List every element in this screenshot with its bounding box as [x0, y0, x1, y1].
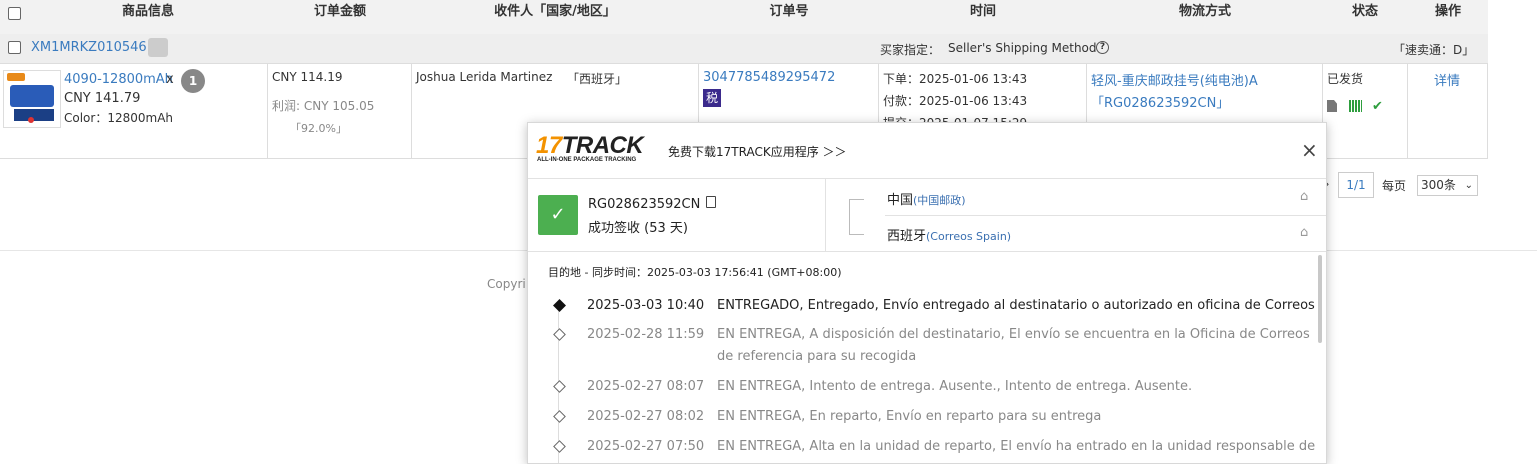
17track-logo[interactable]: 17TRACK — [536, 132, 644, 160]
per-page-select[interactable]: 300条 ⌄ — [1417, 175, 1478, 196]
event-time: 2025-02-27 07:50 — [587, 439, 705, 454]
header-order-amount: 订单金额 — [313, 4, 366, 19]
order-number-link[interactable]: 3047785489295472 — [703, 70, 835, 85]
order-id-link[interactable]: XM1MRKZ010546 — [31, 40, 147, 55]
header-time: 时间 — [969, 4, 996, 19]
question-circle-icon[interactable]: ? — [1096, 41, 1109, 54]
quantity-separator: x — [166, 72, 174, 87]
route-bracket-icon — [849, 199, 864, 235]
shipping-method-text: Seller's Shipping Method — [948, 41, 1097, 55]
tracking-number-link[interactable]: 「RG028623592CN」 — [1091, 92, 1229, 111]
sync-time-text: 目的地 - 同步时间：2025-03-03 17:56:41 (GMT+08:0… — [548, 266, 842, 279]
popup-tracking-number: RG028623592CN — [588, 197, 701, 212]
popup-vertical-divider — [825, 179, 826, 251]
page-indicator[interactable]: 1/1 — [1338, 172, 1374, 198]
order-checkbox[interactable] — [8, 41, 21, 54]
product-price: CNY 141.79 — [64, 91, 141, 106]
popup-scrollbar[interactable] — [1318, 255, 1322, 343]
column-divider — [411, 64, 412, 158]
column-divider — [1487, 64, 1488, 158]
header-status: 状态 — [1351, 4, 1378, 19]
product-thumbnail[interactable] — [3, 70, 61, 128]
header-recipient: 收件人「国家/地区」 — [494, 4, 616, 19]
close-icon[interactable]: × — [1301, 138, 1318, 162]
order-tag-placeholder[interactable] — [148, 38, 168, 57]
logo-17: 17 — [536, 132, 562, 159]
timeline-marker-icon — [553, 410, 566, 423]
copy-doc-icon[interactable] — [1327, 100, 1337, 112]
time-paid: 付款：2025-01-06 13:43 — [883, 94, 1028, 108]
profit-amount: 利润: CNY 105.05 — [272, 99, 375, 113]
header-logistics: 物流方式 — [1178, 4, 1231, 19]
column-divider — [1407, 64, 1408, 158]
event-time: 2025-02-27 08:07 — [587, 379, 705, 394]
header-product-info: 商品信息 — [121, 4, 174, 19]
destination-country-name: 西班牙 — [887, 229, 927, 244]
tax-badge: 税 — [703, 89, 721, 107]
timeline-marker-icon — [553, 328, 566, 341]
event-time: 2025-02-28 11:59 — [587, 327, 705, 342]
event-description: EN ENTREGA, Intento de entrega. Ausente.… — [717, 379, 1193, 394]
copyright-text: Copyri — [487, 277, 526, 291]
event-description: EN ENTREGA, Alta en la unidad de reparto… — [717, 439, 1316, 463]
time-order-placed: 下单：2025-01-06 13:43 — [883, 72, 1028, 86]
tracking-popup: 17TRACK ALL-IN-ONE PACKAGE TRACKING 免费下载… — [527, 122, 1327, 464]
per-page-label: 每页 — [1382, 179, 1407, 193]
wire-connector-icon — [28, 117, 34, 123]
popup-header-divider — [528, 178, 1326, 179]
barcode-icon[interactable] — [1349, 100, 1362, 112]
express-tag: 「速卖通：D」 — [1393, 43, 1475, 57]
per-page-value: 300条 — [1421, 178, 1456, 192]
event-description: ENTREGADO, Entregado, Envío entregado al… — [717, 298, 1315, 313]
delivery-status: 成功签收 (53 天) — [588, 221, 688, 236]
battery-pack-icon — [10, 85, 54, 107]
battery-cells-icon — [14, 109, 54, 121]
brand-logo-icon — [7, 73, 25, 81]
column-divider — [267, 64, 268, 158]
event-time: 2025-03-03 10:40 — [587, 298, 705, 313]
logo-subtitle: ALL-IN-ONE PACKAGE TRACKING — [537, 157, 637, 163]
home-icon[interactable]: ⌂ — [1300, 225, 1308, 240]
recipient-country: 「西班牙」 — [567, 72, 628, 86]
quantity-badge: 1 — [181, 69, 205, 93]
details-link[interactable]: 详情 — [1434, 70, 1460, 89]
timeline-marker-icon — [553, 380, 566, 393]
header-order-number: 订单号 — [769, 4, 809, 19]
destination-carrier[interactable]: (Correos Spain) — [926, 230, 1011, 243]
status-text: 已发货 — [1327, 72, 1364, 86]
download-app-link[interactable]: 免费下载17TRACK应用程序 ＞＞ — [668, 143, 847, 160]
event-description: EN ENTREGA, A disposición del destinatar… — [717, 327, 1310, 364]
profit-percent: 「92.0%」 — [290, 122, 347, 135]
event-description: EN ENTREGA, En reparto, Envío en reparto… — [717, 409, 1102, 424]
logo-track: TRACK — [561, 132, 644, 159]
logistics-method-link[interactable]: 轻风-重庆邮政挂号(纯电池)A — [1091, 70, 1258, 89]
event-time: 2025-02-27 08:02 — [587, 409, 705, 424]
checkmark-icon[interactable]: ✔ — [1372, 99, 1383, 114]
copy-icon[interactable] — [706, 196, 716, 208]
home-icon[interactable]: ⌂ — [1300, 189, 1308, 204]
origin-country-name: 中国 — [887, 193, 914, 208]
product-variant: Color：12800mAh — [64, 111, 174, 125]
timeline-marker-icon — [553, 299, 566, 312]
chevron-down-icon: ⌄ — [1464, 180, 1473, 191]
origin-carrier[interactable]: (中国邮政) — [913, 194, 966, 207]
origin-country: 中国(中国邮政) — [887, 189, 966, 208]
header-actions: 操作 — [1434, 4, 1461, 19]
recipient-name: Joshua Lerida Martinez — [416, 70, 553, 84]
popup-section-divider — [528, 251, 1326, 252]
destination-country: 西班牙(Correos Spain) — [887, 225, 1011, 244]
route-divider — [885, 215, 1326, 216]
order-header-row: XM1MRKZ010546 买家指定： Seller's Shipping Me… — [0, 34, 1488, 64]
table-header: 商品信息 订单金额 收件人「国家/地区」 订单号 时间 物流方式 状态 操作 — [0, 0, 1488, 35]
product-name-link[interactable]: 4090-12800mAh — [64, 72, 173, 87]
buyer-specified-label: 买家指定： — [880, 43, 941, 57]
order-amount: CNY 114.19 — [272, 70, 343, 84]
delivered-check-icon: ✓ — [538, 195, 578, 235]
